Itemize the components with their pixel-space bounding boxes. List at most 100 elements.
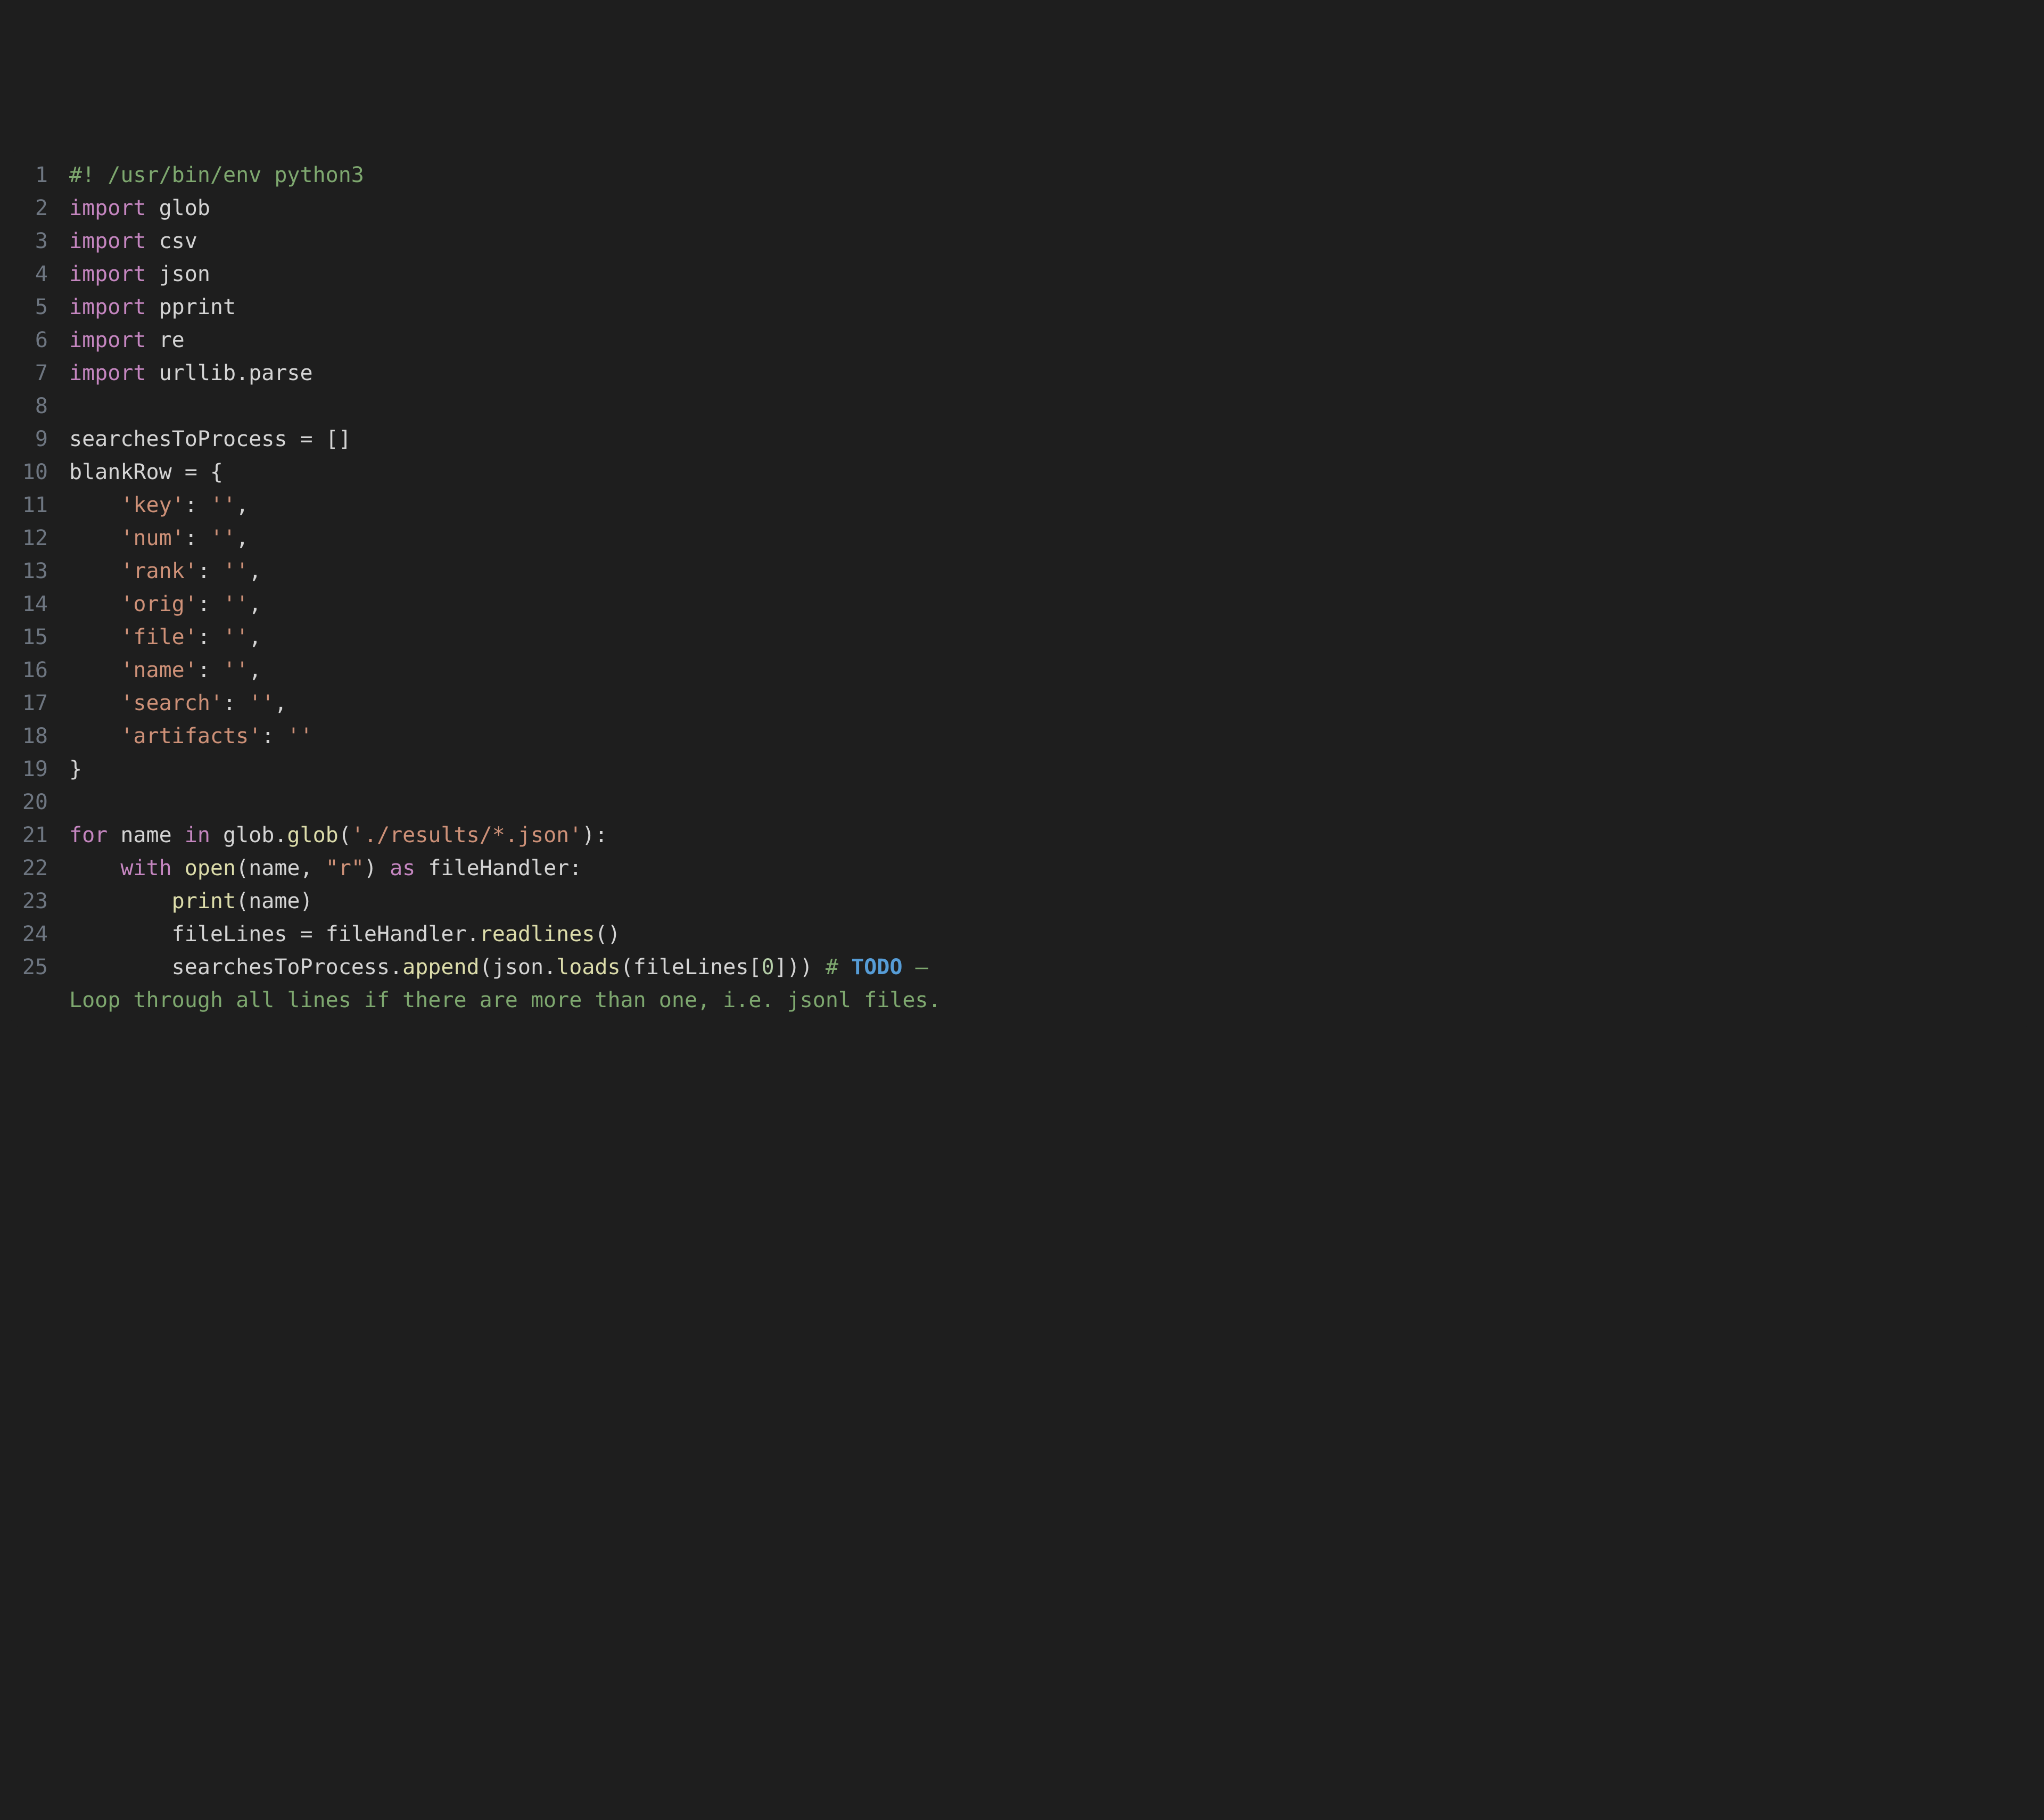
line-number: 5	[11, 291, 69, 324]
code-content[interactable]: 'orig': '',	[69, 588, 2033, 621]
token: =	[300, 922, 312, 946]
line-number: 25	[11, 951, 69, 984]
token: name	[108, 823, 185, 847]
token: re	[146, 328, 185, 352]
code-content[interactable]: import json	[69, 258, 2033, 291]
code-line[interactable]: 9searchesToProcess = []	[11, 423, 2033, 456]
code-line[interactable]: 24 fileLines = fileHandler.readlines()	[11, 918, 2033, 951]
code-line[interactable]: 23 print(name)	[11, 885, 2033, 918]
code-line[interactable]: 7import urllib.parse	[11, 357, 2033, 390]
code-content[interactable]: with open(name, "r") as fileHandler:	[69, 852, 2033, 885]
token: 'orig'	[120, 592, 197, 616]
token: Loop through all lines if there are more…	[69, 988, 941, 1012]
code-line[interactable]: 15 'file': '',	[11, 621, 2033, 654]
token: :	[261, 724, 287, 748]
token: glob	[146, 196, 210, 220]
token: import	[69, 262, 146, 286]
code-content[interactable]: import csv	[69, 225, 2033, 258]
token: fileLines	[69, 922, 300, 946]
code-line[interactable]: 6import re	[11, 324, 2033, 357]
token: loads	[556, 955, 620, 979]
code-line[interactable]: 1#! /usr/bin/env python3	[11, 159, 2033, 192]
token: ''	[223, 592, 249, 616]
code-content[interactable]: import pprint	[69, 291, 2033, 324]
token: ,	[249, 658, 261, 682]
token: )	[300, 889, 313, 913]
token: as	[390, 856, 415, 880]
token: glob	[287, 823, 338, 847]
code-line[interactable]: 4import json	[11, 258, 2033, 291]
code-content[interactable]: import urllib.parse	[69, 357, 2033, 390]
code-line[interactable]: 17 'search': '',	[11, 687, 2033, 720]
code-content[interactable]: 'name': '',	[69, 654, 2033, 687]
code-line[interactable]: 16 'name': '',	[11, 654, 2033, 687]
token: ''	[210, 526, 236, 550]
token: 'file'	[120, 625, 197, 649]
line-number: 9	[11, 423, 69, 456]
code-content[interactable]: print(name)	[69, 885, 2033, 918]
token: ''	[287, 724, 312, 748]
code-content[interactable]: 'num': '',	[69, 522, 2033, 555]
code-line[interactable]: 14 'orig': '',	[11, 588, 2033, 621]
token: 'num'	[120, 526, 184, 550]
code-line[interactable]: 20	[11, 786, 2033, 819]
token: ):	[582, 823, 607, 847]
code-line[interactable]: 2import glob	[11, 192, 2033, 225]
code-content[interactable]: 'key': '',	[69, 489, 2033, 522]
code-content[interactable]: 'search': '',	[69, 687, 2033, 720]
code-line[interactable]: 10blankRow = {	[11, 456, 2033, 489]
token: ''	[223, 625, 249, 649]
code-content[interactable]: Loop through all lines if there are more…	[69, 984, 2033, 1017]
code-line[interactable]: Loop through all lines if there are more…	[11, 984, 2033, 1017]
code-content[interactable]: blankRow = {	[69, 456, 2033, 489]
code-line[interactable]: 3import csv	[11, 225, 2033, 258]
token: ''	[223, 658, 249, 682]
code-content[interactable]: 'rank': '',	[69, 555, 2033, 588]
line-number: 4	[11, 258, 69, 291]
token: ''	[210, 493, 236, 517]
token: 0	[762, 955, 774, 979]
token	[69, 592, 120, 616]
token: blankRow	[69, 460, 185, 484]
token	[69, 856, 120, 880]
code-line[interactable]: 13 'rank': '',	[11, 555, 2033, 588]
code-content[interactable]: searchesToProcess.append(json.loads(file…	[69, 951, 2033, 984]
token: (	[621, 955, 633, 979]
token: (	[236, 856, 249, 880]
line-number: 12	[11, 522, 69, 555]
token: ,	[236, 493, 249, 517]
code-content[interactable]: }	[69, 753, 2033, 786]
code-content[interactable]: 'file': '',	[69, 621, 2033, 654]
line-number: 1	[11, 159, 69, 192]
code-content[interactable]: import re	[69, 324, 2033, 357]
token: :	[185, 526, 210, 550]
code-line[interactable]: 21for name in glob.glob('./results/*.jso…	[11, 819, 2033, 852]
code-content[interactable]: searchesToProcess = []	[69, 423, 2033, 456]
code-line[interactable]: 5import pprint	[11, 291, 2033, 324]
token: ,	[249, 625, 261, 649]
token: './results/*.json'	[351, 823, 582, 847]
code-content[interactable]: fileLines = fileHandler.readlines()	[69, 918, 2033, 951]
token: json	[146, 262, 210, 286]
code-line[interactable]: 11 'key': '',	[11, 489, 2033, 522]
code-line[interactable]: 22 with open(name, "r") as fileHandler:	[11, 852, 2033, 885]
token: 'artifacts'	[120, 724, 261, 748]
code-editor[interactable]: 1#! /usr/bin/env python32import glob3imp…	[11, 148, 2033, 1027]
token	[69, 658, 120, 682]
code-line[interactable]: 25 searchesToProcess.append(json.loads(f…	[11, 951, 2033, 984]
token: #! /usr/bin/env python3	[69, 163, 364, 187]
token: }	[69, 757, 82, 781]
code-line[interactable]: 12 'num': '',	[11, 522, 2033, 555]
code-content[interactable]: 'artifacts': ''	[69, 720, 2033, 753]
code-content[interactable]: #! /usr/bin/env python3	[69, 159, 2033, 192]
code-line[interactable]: 19}	[11, 753, 2033, 786]
token: (	[339, 823, 351, 847]
token	[69, 889, 172, 913]
code-content[interactable]: for name in glob.glob('./results/*.json'…	[69, 819, 2033, 852]
token: :	[185, 493, 210, 517]
token: append	[402, 955, 480, 979]
code-line[interactable]: 8	[11, 390, 2033, 423]
code-content[interactable]: import glob	[69, 192, 2033, 225]
code-line[interactable]: 18 'artifacts': ''	[11, 720, 2033, 753]
token: import	[69, 229, 146, 253]
